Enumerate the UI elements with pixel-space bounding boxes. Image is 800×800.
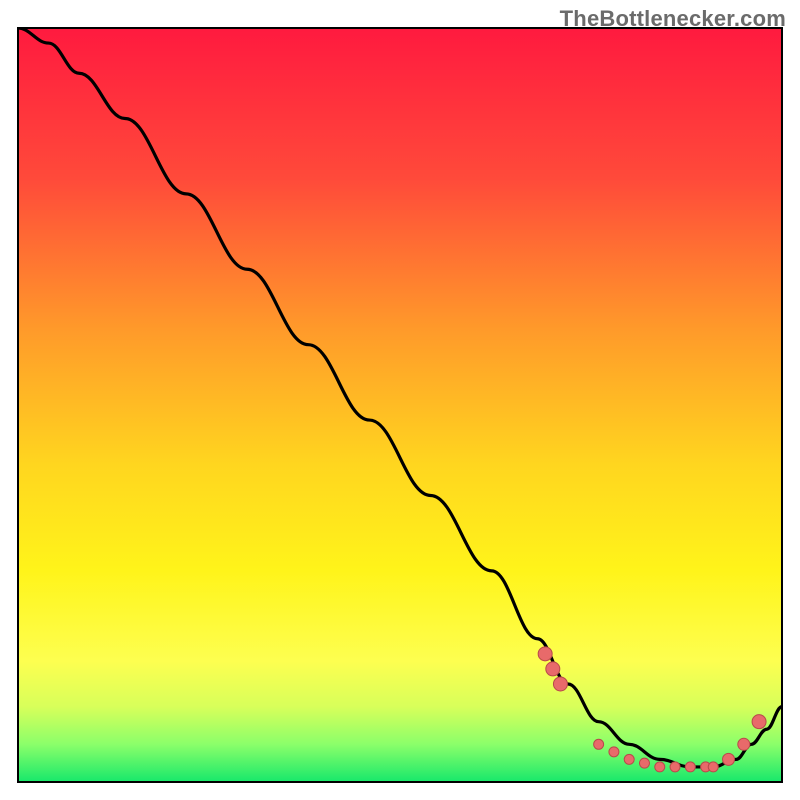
- sweet-spot-dot: [639, 758, 649, 768]
- plot-background: [18, 28, 782, 782]
- chart-svg: [0, 0, 800, 800]
- sweet-spot-dot: [670, 762, 680, 772]
- sweet-spot-dot: [708, 762, 718, 772]
- sweet-spot-dot: [723, 753, 735, 765]
- sweet-spot-dot: [546, 662, 560, 676]
- attribution-text: TheBottlenecker.com: [560, 6, 786, 32]
- sweet-spot-dot: [553, 677, 567, 691]
- sweet-spot-dot: [609, 747, 619, 757]
- sweet-spot-dot: [752, 715, 766, 729]
- chart-stage: TheBottlenecker.com: [0, 0, 800, 800]
- sweet-spot-dot: [738, 738, 750, 750]
- sweet-spot-dot: [685, 762, 695, 772]
- sweet-spot-dot: [538, 647, 552, 661]
- sweet-spot-dot: [624, 754, 634, 764]
- sweet-spot-dot: [594, 739, 604, 749]
- sweet-spot-dot: [655, 762, 665, 772]
